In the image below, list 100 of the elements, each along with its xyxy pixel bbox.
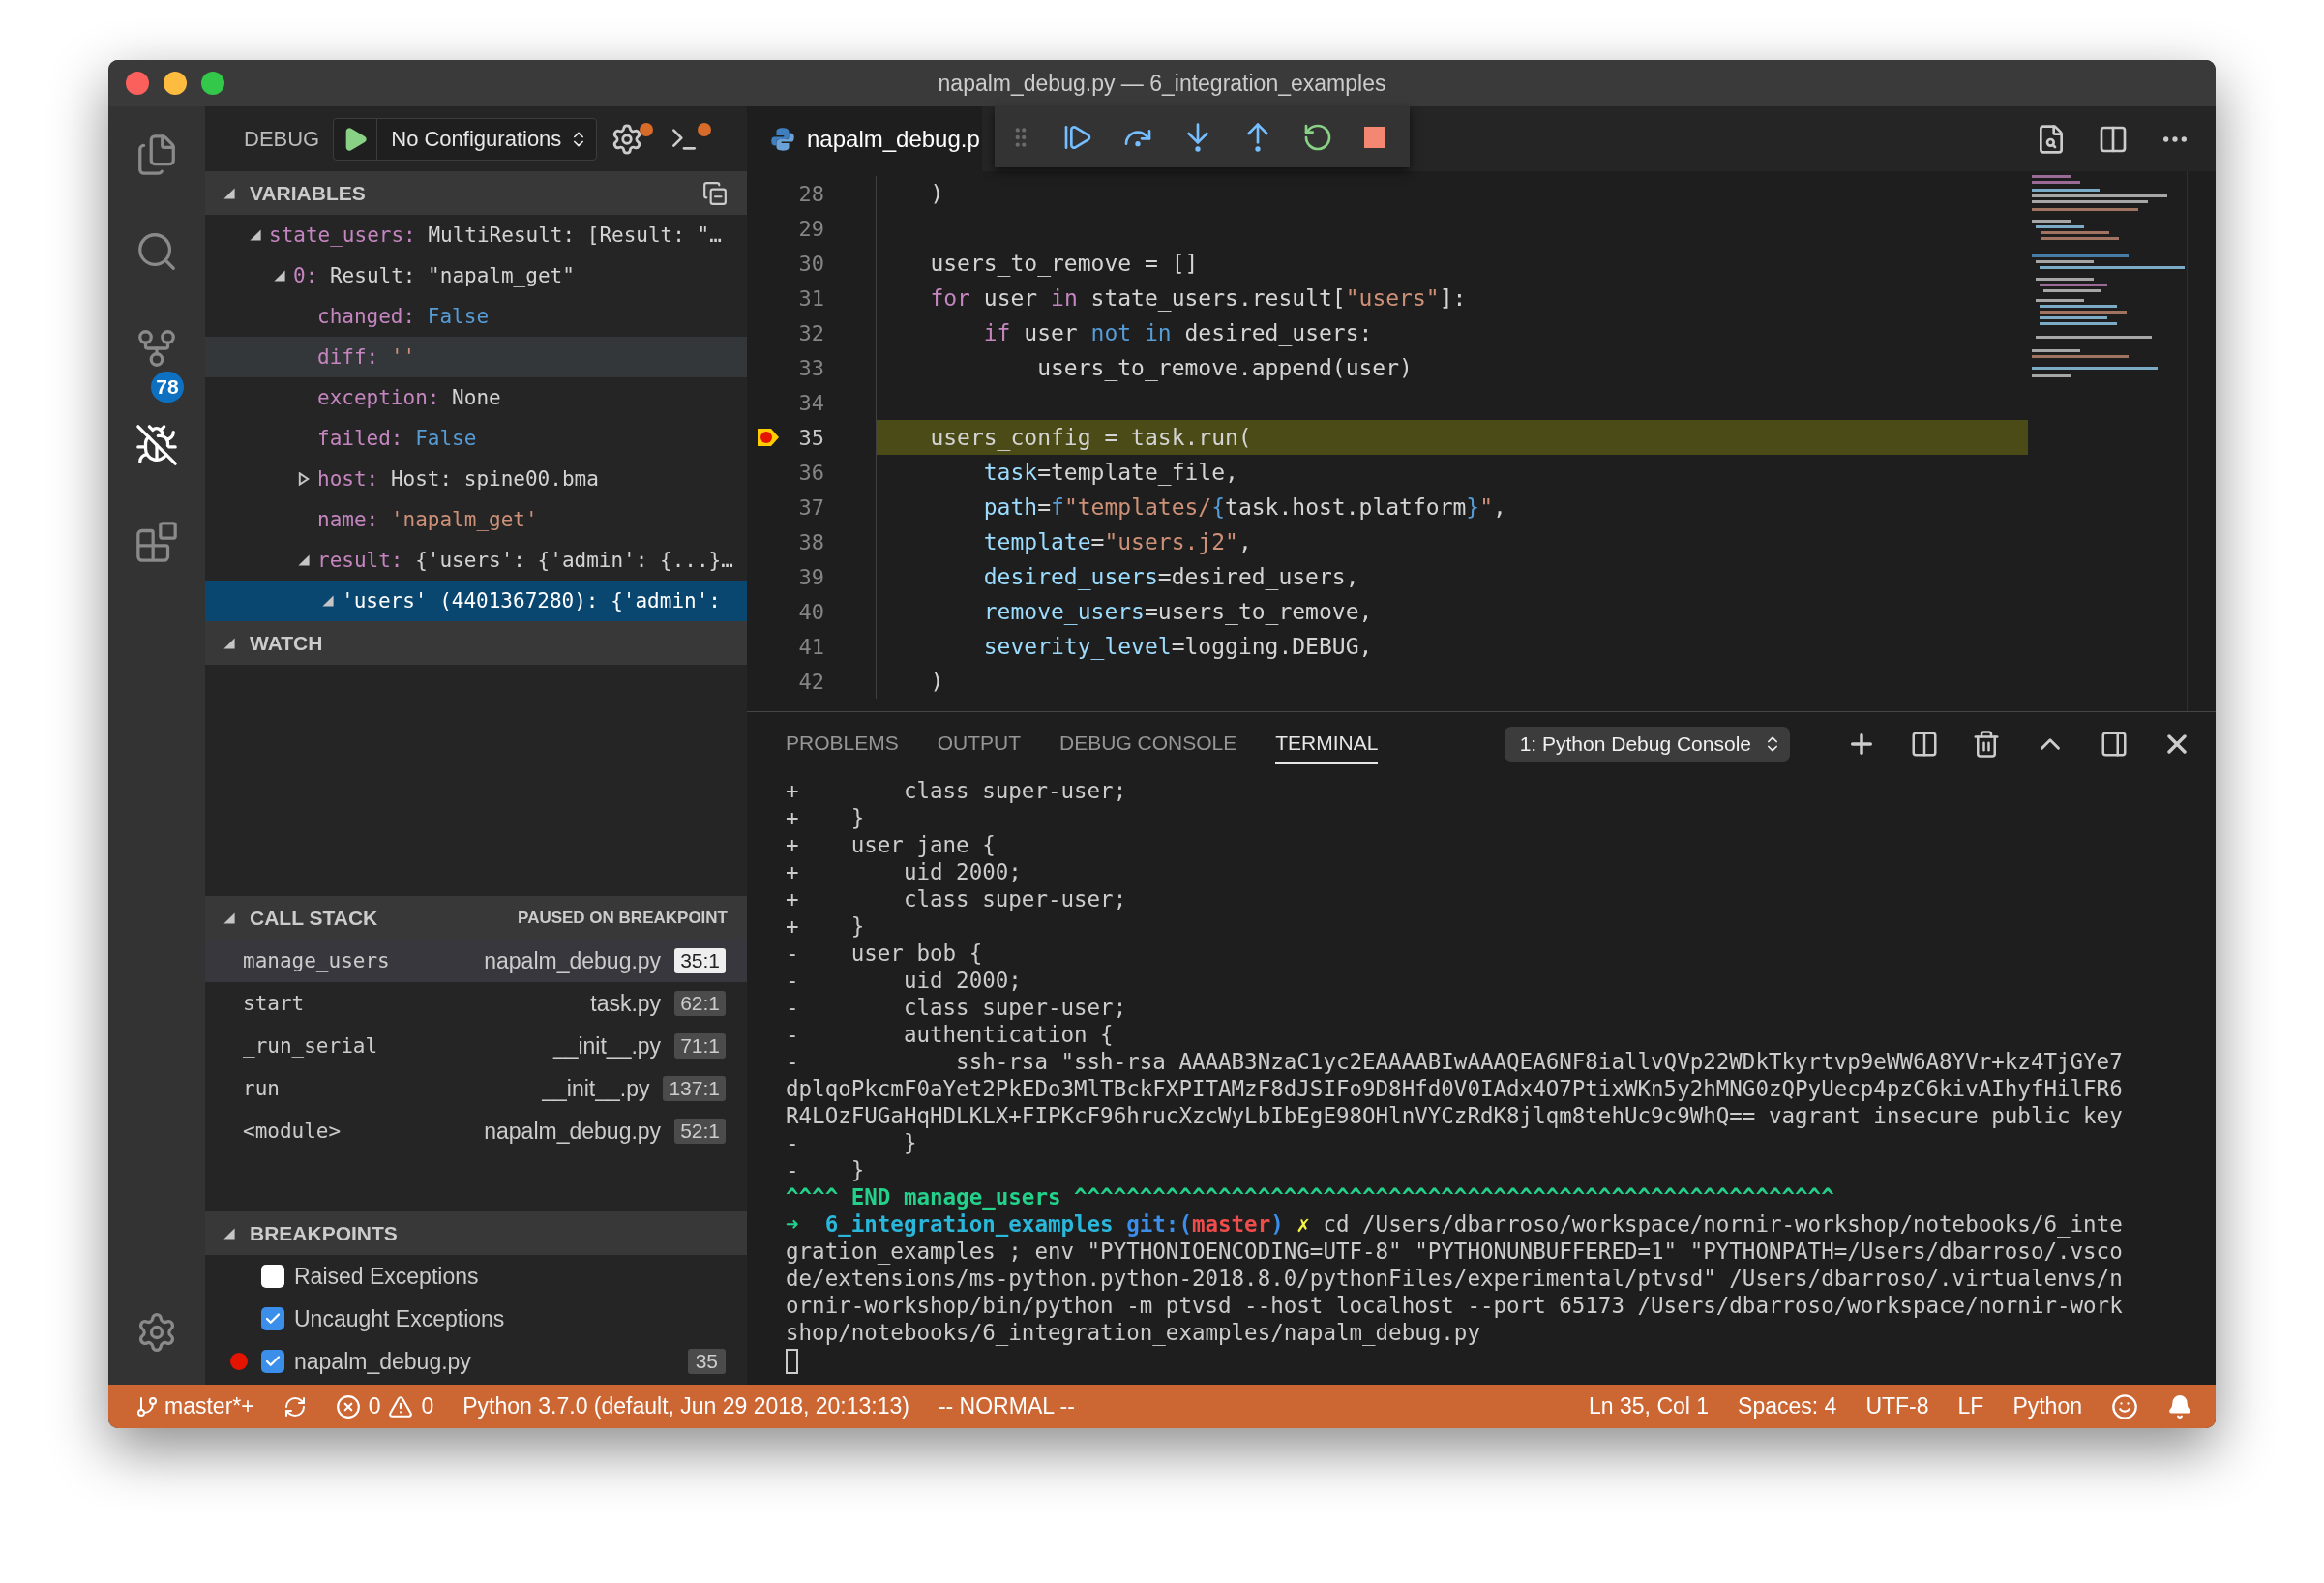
indentation-button[interactable]: Spaces: 4 bbox=[1738, 1393, 1837, 1419]
collapsed-arrow-icon[interactable] bbox=[297, 472, 311, 486]
stack-frame[interactable]: manage_users napalm_debug.py 35:1 bbox=[205, 940, 747, 982]
variable-entry: name: 'napalm_get' bbox=[317, 508, 538, 531]
line-number: 29 bbox=[797, 216, 824, 241]
section-header[interactable]: WATCH bbox=[205, 621, 747, 665]
stack-frame[interactable]: _run_serial __init__.py 71:1 bbox=[205, 1025, 747, 1067]
line-number: 35 bbox=[797, 425, 824, 450]
stack-frame[interactable]: run __init__.py 137:1 bbox=[205, 1067, 747, 1110]
window-title: napalm_debug.py — 6_integration_examples bbox=[937, 70, 1387, 97]
line-position: 137:1 bbox=[663, 1076, 726, 1101]
variable-row[interactable]: state_users: MultiResult: [Result: "… bbox=[205, 215, 747, 255]
expanded-arrow-icon[interactable] bbox=[273, 269, 286, 283]
extensions-icon[interactable] bbox=[134, 520, 179, 564]
terminal-line: + user jane { bbox=[786, 831, 997, 858]
line-number: 34 bbox=[797, 390, 824, 415]
line-ending-button[interactable]: LF bbox=[1957, 1393, 1984, 1419]
expanded-arrow-icon[interactable] bbox=[321, 594, 335, 608]
zoom-window-button[interactable] bbox=[201, 72, 224, 95]
change-count: 78 bbox=[151, 372, 184, 403]
code-line: if user not in desired_users: bbox=[876, 315, 2028, 350]
configuration-select[interactable]: No Configurations bbox=[377, 118, 597, 160]
code-line: users_to_remove.append(user) bbox=[876, 350, 2028, 385]
branch-button[interactable]: master*+ bbox=[135, 1393, 254, 1419]
terminal-line: - } bbox=[786, 1156, 866, 1183]
variable-row[interactable]: 0: Result: "napalm_get" bbox=[205, 255, 747, 296]
file-name: napalm_debug.py bbox=[484, 947, 662, 974]
cursor-position[interactable]: Ln 35, Col 1 bbox=[1589, 1393, 1710, 1419]
variable-row[interactable]: result: {'users': {'admin': {...}… bbox=[205, 540, 747, 581]
smiley-icon[interactable] bbox=[2111, 1392, 2138, 1420]
expanded-arrow-icon[interactable] bbox=[249, 228, 262, 242]
function-name: manage_users bbox=[243, 949, 391, 972]
interpreter-button[interactable]: Python 3.7.0 (default, Jun 29 2018, 20:13:13) bbox=[462, 1393, 909, 1419]
trash-icon[interactable] bbox=[1972, 729, 2001, 759]
encoding-button[interactable]: UTF-8 bbox=[1865, 1393, 1929, 1419]
expanded-arrow-icon[interactable] bbox=[297, 553, 311, 567]
stack-frame[interactable]: <module> napalm_debug.py 52:1 bbox=[205, 1110, 747, 1152]
checkbox[interactable] bbox=[261, 1307, 284, 1330]
line-number: 41 bbox=[797, 634, 824, 659]
section-header[interactable]: CALL STACK PAUSED ON BREAKPOINT bbox=[205, 896, 747, 940]
expanded-arrow-icon[interactable] bbox=[223, 636, 236, 650]
variable-row[interactable]: host: Host: spine00.bma bbox=[205, 459, 747, 499]
line-position: 71:1 bbox=[674, 1033, 726, 1059]
section-header[interactable]: BREAKPOINTS bbox=[205, 1211, 747, 1255]
panel-tab[interactable]: PROBLEMS bbox=[786, 723, 899, 764]
error-count[interactable]: 0 bbox=[368, 1393, 381, 1419]
line-number: 39 bbox=[797, 564, 824, 589]
terminal-line: de/extensions/ms-python.python-2018.8.0/pythonFiles/experimental/ptvsd" /Users/dbarroso/.virtualenvs/n bbox=[786, 1265, 2124, 1292]
variable-row[interactable]: exception: None bbox=[205, 377, 747, 418]
variable-row[interactable]: name: 'napalm_get' bbox=[205, 499, 747, 540]
minimize-window-button[interactable] bbox=[164, 72, 187, 95]
section-title: WATCH bbox=[250, 631, 323, 655]
expanded-arrow-icon[interactable] bbox=[223, 911, 236, 925]
warning-icon[interactable] bbox=[388, 1393, 414, 1419]
variable-entry: host: Host: spine00.bma bbox=[317, 467, 599, 491]
sync-icon[interactable] bbox=[283, 1394, 307, 1419]
variable-entry: changed: False bbox=[317, 305, 490, 328]
variable-row[interactable]: changed: False bbox=[205, 296, 747, 337]
error-icon[interactable] bbox=[335, 1393, 361, 1419]
variable-row[interactable]: 'users' (4401367280): {'admin': bbox=[205, 581, 747, 621]
variable-row[interactable]: failed: False bbox=[205, 418, 747, 459]
warning-count[interactable]: 0 bbox=[421, 1393, 434, 1419]
collapse-all-icon[interactable] bbox=[702, 180, 728, 206]
function-name: start bbox=[243, 992, 306, 1015]
terminal-line: - ssh-rsa "ssh-rsa AAAAB3NzaC1yc2EAAAABIwAAAQEA6NF8iallvQVp22WDkTkyrtvp9eWW6A8YVr+kz4TjGYe7 bbox=[786, 1048, 2124, 1075]
terminal-line: + class super-user; bbox=[786, 777, 1128, 804]
breakpoint-label: napalm_debug.py bbox=[294, 1348, 472, 1375]
terminal-line: ➜ 6_integration_examples git:(master) ✗ cd /Users/dbarroso/workspace/nornir-workshop/notebooks/6_inte bbox=[786, 1210, 2124, 1238]
vim-mode: -- NORMAL -- bbox=[938, 1393, 1075, 1419]
file-name: __init__.py bbox=[552, 1032, 662, 1060]
line-number: 37 bbox=[797, 494, 824, 520]
file-name: task.py bbox=[590, 990, 662, 1017]
checkbox[interactable] bbox=[261, 1265, 284, 1288]
terminal-select[interactable]: 1: Python Debug Console bbox=[1504, 726, 1790, 762]
panel-tab[interactable]: DEBUG CONSOLE bbox=[1059, 723, 1237, 764]
code-line: ) bbox=[876, 176, 2028, 211]
panel-tab[interactable]: OUTPUT bbox=[937, 723, 1022, 764]
python-file-icon bbox=[770, 126, 795, 152]
panel-tab[interactable]: TERMINAL bbox=[1275, 723, 1379, 764]
language-button[interactable]: Python bbox=[2012, 1393, 2082, 1419]
breakpoint-icon[interactable] bbox=[757, 428, 780, 447]
stack-frame[interactable]: start task.py 62:1 bbox=[205, 982, 747, 1025]
terminal-line: + } bbox=[786, 912, 866, 940]
bell-icon[interactable] bbox=[2167, 1393, 2192, 1419]
variable-row[interactable]: diff: '' bbox=[205, 337, 747, 377]
checkbox[interactable] bbox=[261, 1350, 284, 1373]
expanded-arrow-icon[interactable] bbox=[223, 1226, 236, 1240]
terminal-line: shop/notebooks/6_integration_examples/napalm_debug.py bbox=[786, 1319, 1481, 1346]
debug-icon[interactable] bbox=[134, 423, 179, 467]
close-window-button[interactable] bbox=[126, 72, 149, 95]
breakpoint-label: Raised Exceptions bbox=[294, 1263, 480, 1290]
editor-tab[interactable]: napalm_debug.p bbox=[747, 106, 982, 171]
section-title: VARIABLES bbox=[250, 181, 366, 205]
expanded-arrow-icon[interactable] bbox=[223, 186, 236, 200]
terminal-line: ornir-workshop/bin/python -m ptvsd --host localhost --port 65173 /Users/dbarroso/workspace/nornir-work bbox=[786, 1292, 2124, 1319]
section-header[interactable]: VARIABLES bbox=[205, 171, 747, 215]
line-number: 32 bbox=[797, 320, 824, 345]
stop-icon[interactable] bbox=[1362, 124, 1387, 150]
debug-label: DEBUG bbox=[244, 126, 320, 152]
terminal-line: ^^^^ END manage_users ^^^^^^^^^^^^^^^^^^^^^^^^^^^^^^^^^^^^^^^^^^^^^^^^^^^^^^^^^^ bbox=[786, 1183, 1835, 1210]
